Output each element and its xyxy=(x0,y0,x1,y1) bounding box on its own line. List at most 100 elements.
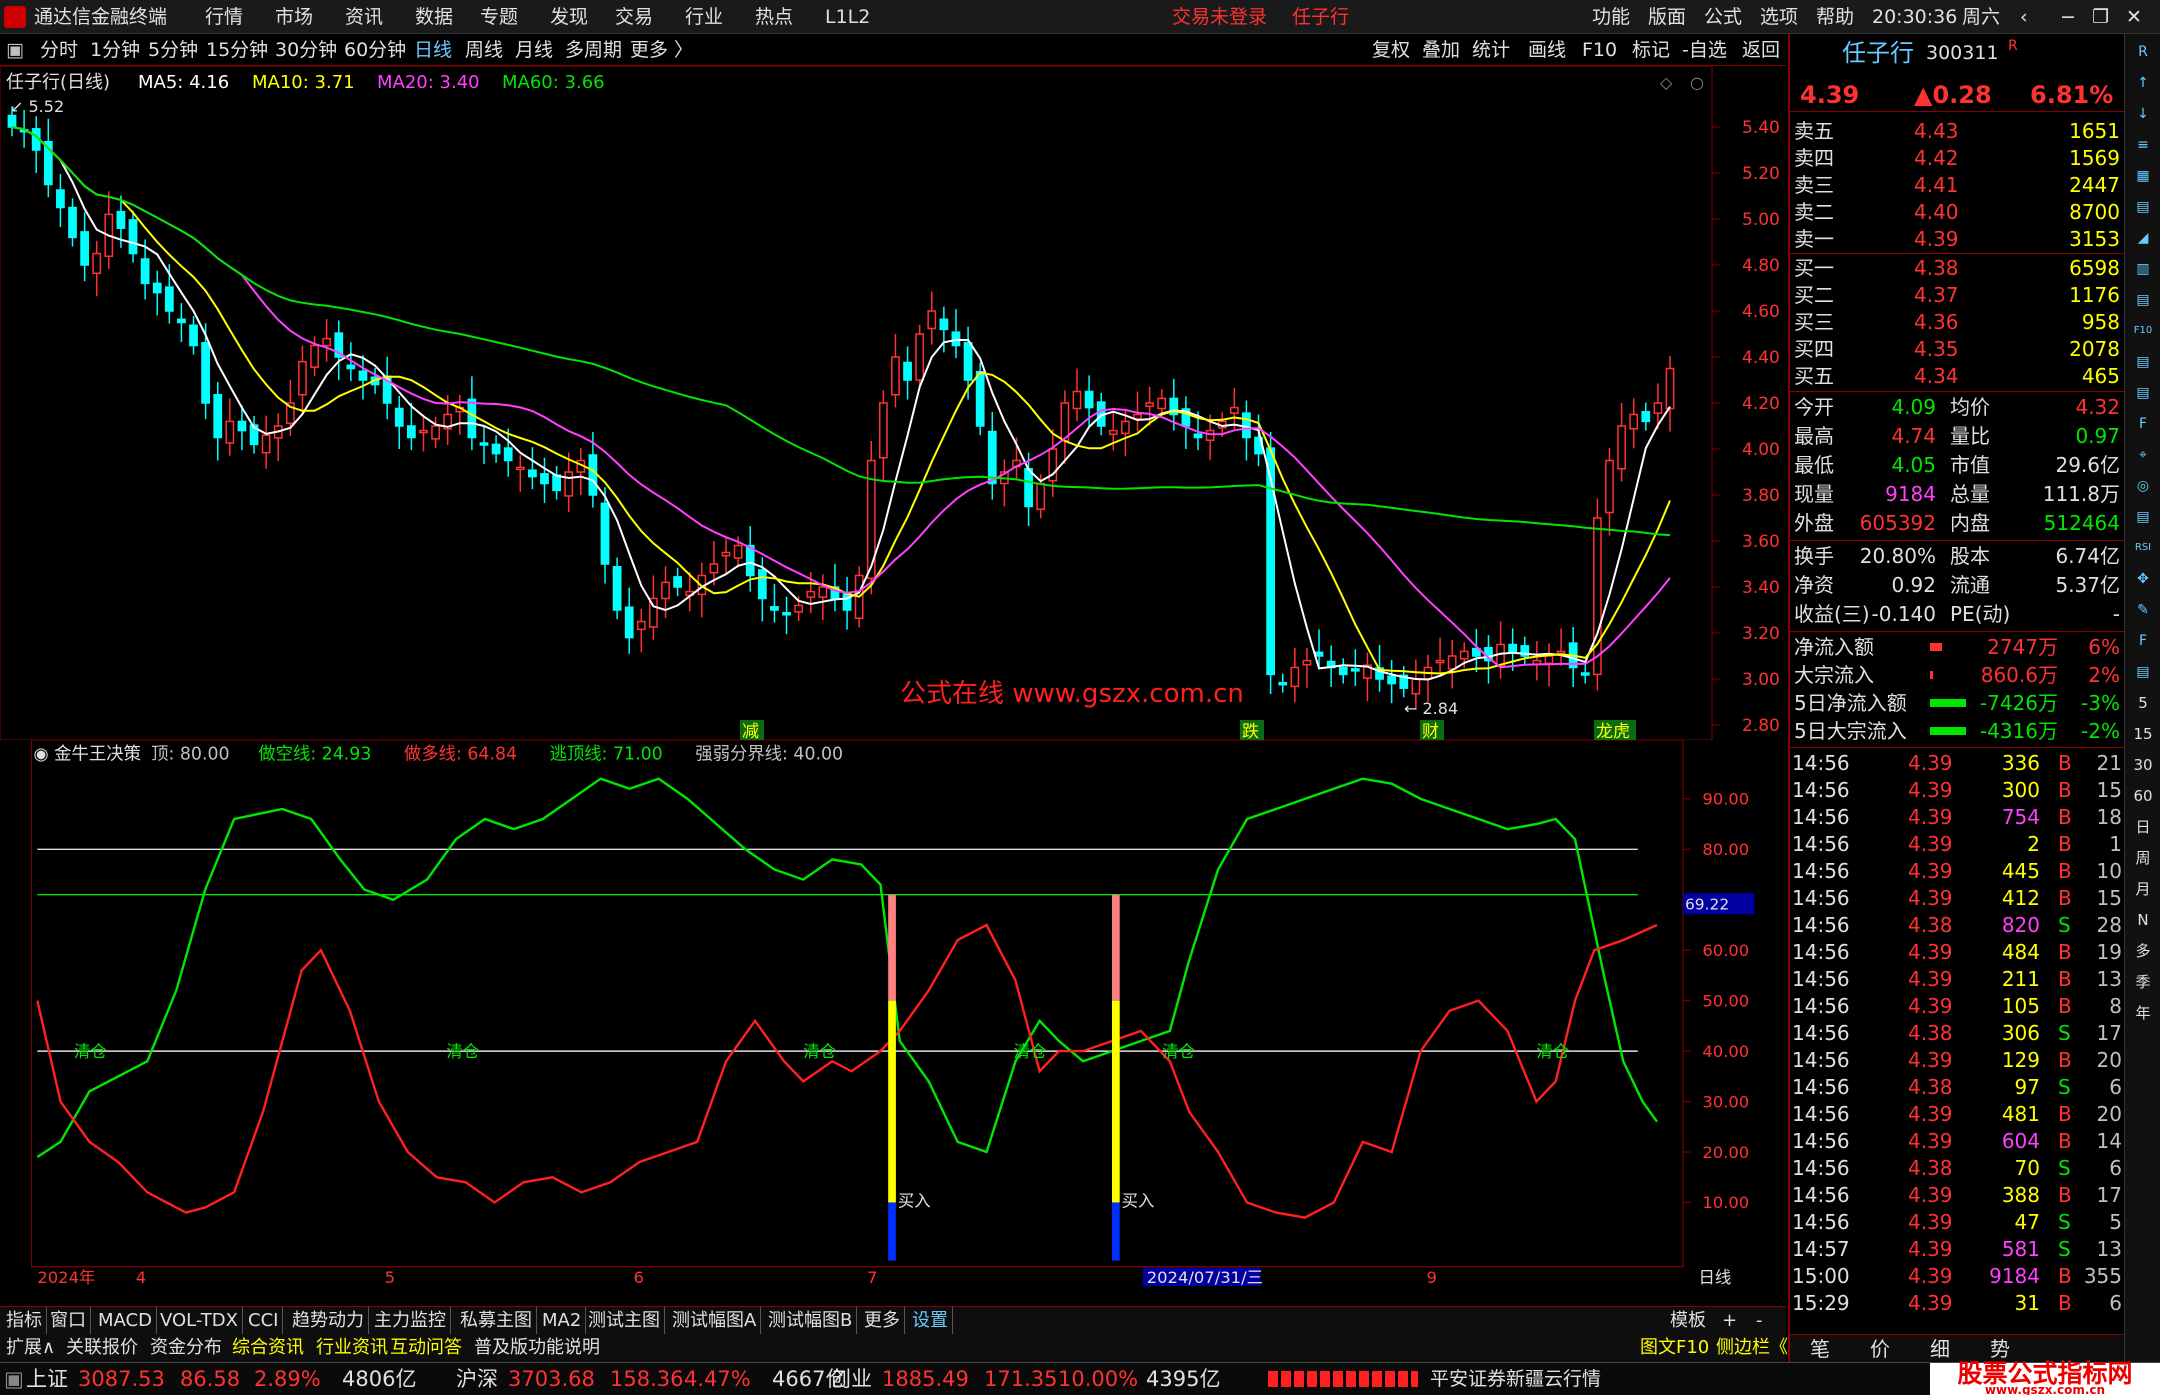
window-back-icon[interactable]: ‹ xyxy=(2020,0,2028,34)
tool-button-4[interactable]: F10 xyxy=(1582,34,1617,66)
tool-button-1[interactable]: 叠加 xyxy=(1422,34,1460,66)
login-status[interactable]: 交易未登录 xyxy=(1172,0,1267,34)
indicator-tab-12[interactable]: 更多 xyxy=(864,1307,905,1335)
side-icon-1[interactable]: ↑ xyxy=(2131,71,2155,95)
tool-button-5[interactable]: 标记 xyxy=(1632,34,1670,66)
side-icon-23[interactable]: 30 xyxy=(2131,753,2155,777)
side-icon-31[interactable]: 年 xyxy=(2131,1001,2155,1025)
period-tab-9[interactable]: 多周期 xyxy=(565,34,622,66)
side-icon-6[interactable]: ◢ xyxy=(2131,226,2155,250)
side-icon-14[interactable]: ◎ xyxy=(2131,474,2155,498)
indicator-chart[interactable]: 90.0080.0070.0060.0050.0040.0030.0020.00… xyxy=(0,740,1786,1286)
info-tab-2[interactable]: 资金分布 xyxy=(150,1334,222,1362)
indicator-tab-3[interactable]: VOL-TDX xyxy=(160,1307,243,1335)
side-icon-2[interactable]: ↓ xyxy=(2131,102,2155,126)
menu-item-8[interactable]: 热点 xyxy=(755,0,793,34)
sidebar-toggle[interactable]: 侧边栏《 xyxy=(1716,1334,1788,1362)
period-tab-7[interactable]: 周线 xyxy=(465,34,503,66)
f10-tab[interactable]: 图文F10 xyxy=(1640,1334,1709,1362)
indicator-tab-2[interactable]: MACD xyxy=(98,1307,157,1335)
side-icon-7[interactable]: ▥ xyxy=(2131,257,2155,281)
close-icon[interactable]: ✕ xyxy=(2126,0,2142,34)
indicator-tab-8[interactable]: MA2 xyxy=(542,1307,587,1335)
template-btn-2[interactable]: - xyxy=(1756,1307,1763,1335)
side-icon-13[interactable]: ⌖ xyxy=(2131,443,2155,467)
period-tab-2[interactable]: 5分钟 xyxy=(148,34,198,66)
side-icon-24[interactable]: 60 xyxy=(2131,784,2155,808)
side-icon-10[interactable]: ▤ xyxy=(2131,350,2155,374)
period-tab-4[interactable]: 30分钟 xyxy=(275,34,337,66)
indicator-tab-1[interactable]: 窗口 xyxy=(50,1307,91,1335)
tool-button-0[interactable]: 复权 xyxy=(1372,34,1410,66)
detail-tab-0[interactable]: 笔 xyxy=(1810,1335,1830,1364)
menu-item-7[interactable]: 行业 xyxy=(685,0,723,34)
period-tab-1[interactable]: 1分钟 xyxy=(90,34,140,66)
info-tab-3[interactable]: 综合资讯 xyxy=(232,1334,304,1362)
period-tab-10[interactable]: 更多 〉 xyxy=(630,34,693,66)
side-icon-22[interactable]: 15 xyxy=(2131,722,2155,746)
tool-button-2[interactable]: 统计 xyxy=(1472,34,1510,66)
indicator-tab-9[interactable]: 测试主图 xyxy=(588,1307,665,1335)
side-icon-29[interactable]: 多 xyxy=(2131,939,2155,963)
candlestick-chart[interactable]: 5.40 5.20 5.00 4.80 4.60 4.40 4.20 4.00 3.80 3.60… xyxy=(0,66,1786,740)
indicator-tab-0[interactable]: 指标 xyxy=(6,1307,47,1335)
menu-item-0[interactable]: 行情 xyxy=(205,0,243,34)
info-tab-1[interactable]: 关联报价 xyxy=(66,1334,138,1362)
menu-item-9[interactable]: L1L2 xyxy=(825,0,870,34)
menu-item-1[interactable]: 市场 xyxy=(275,0,313,34)
menu-item-2[interactable]: 资讯 xyxy=(345,0,383,34)
side-icon-16[interactable]: RSI xyxy=(2131,536,2155,560)
menu-right-1[interactable]: 版面 xyxy=(1648,0,1686,34)
period-tab-3[interactable]: 15分钟 xyxy=(206,34,268,66)
detail-tab-1[interactable]: 价 xyxy=(1870,1335,1890,1364)
indicator-tab-13[interactable]: 设置 xyxy=(912,1307,953,1335)
tool-button-7[interactable]: 返回 xyxy=(1742,34,1780,66)
side-icon-8[interactable]: ▤ xyxy=(2131,288,2155,312)
side-icon-5[interactable]: ▤ xyxy=(2131,195,2155,219)
menu-right-4[interactable]: 帮助 xyxy=(1816,0,1854,34)
menu-item-5[interactable]: 发现 xyxy=(550,0,588,34)
menu-right-3[interactable]: 选项 xyxy=(1760,0,1798,34)
indicator-tab-5[interactable]: 趋势动力 xyxy=(292,1307,369,1335)
tool-button-3[interactable]: 画线 xyxy=(1528,34,1566,66)
side-icon-3[interactable]: ≡ xyxy=(2131,133,2155,157)
indicator-tab-11[interactable]: 测试幅图B xyxy=(768,1307,858,1335)
menu-item-6[interactable]: 交易 xyxy=(615,0,653,34)
side-icon-28[interactable]: N xyxy=(2131,908,2155,932)
side-icon-9[interactable]: F10 xyxy=(2131,319,2155,343)
side-icon-20[interactable]: ▤ xyxy=(2131,660,2155,684)
panel-toggle-icon[interactable]: ▣ xyxy=(6,34,24,66)
side-icon-4[interactable]: ▦ xyxy=(2131,164,2155,188)
side-icon-26[interactable]: 周 xyxy=(2131,846,2155,870)
info-tab-4[interactable]: 行业资讯 xyxy=(316,1334,388,1362)
template-btn-1[interactable]: + xyxy=(1722,1307,1737,1335)
side-icon-11[interactable]: ▤ xyxy=(2131,381,2155,405)
side-icon-18[interactable]: ✎ xyxy=(2131,598,2155,622)
period-tab-6[interactable]: 日线 xyxy=(414,34,452,66)
tool-button-6[interactable]: -自选 xyxy=(1682,34,1727,66)
side-icon-12[interactable]: F xyxy=(2131,412,2155,436)
info-tab-0[interactable]: 扩展∧ xyxy=(6,1334,55,1362)
indicator-tab-6[interactable]: 主力监控 xyxy=(374,1307,451,1335)
side-icon-15[interactable]: ▤ xyxy=(2131,505,2155,529)
menu-item-3[interactable]: 数据 xyxy=(415,0,453,34)
side-icon-19[interactable]: F xyxy=(2131,629,2155,653)
minimize-icon[interactable]: − xyxy=(2060,0,2076,34)
side-icon-0[interactable]: R xyxy=(2131,40,2155,64)
period-tab-8[interactable]: 月线 xyxy=(515,34,553,66)
maximize-icon[interactable]: ❐ xyxy=(2092,0,2109,34)
side-icon-30[interactable]: 季 xyxy=(2131,970,2155,994)
status-toggle-icon[interactable]: ▣ xyxy=(4,1363,24,1395)
side-icon-27[interactable]: 月 xyxy=(2131,877,2155,901)
detail-tab-2[interactable]: 细 xyxy=(1930,1335,1950,1364)
template-btn-0[interactable]: 模板 xyxy=(1670,1307,1706,1335)
indicator-tab-10[interactable]: 测试幅图A xyxy=(672,1307,762,1335)
side-icon-21[interactable]: 5 xyxy=(2131,691,2155,715)
period-tab-0[interactable]: 分时 xyxy=(40,34,78,66)
menu-right-2[interactable]: 公式 xyxy=(1704,0,1742,34)
info-tab-5[interactable]: 互动问答 xyxy=(390,1334,462,1362)
side-icon-25[interactable]: 日 xyxy=(2131,815,2155,839)
info-tab-6[interactable]: 普及版功能说明 xyxy=(474,1334,600,1362)
side-icon-17[interactable]: ✥ xyxy=(2131,567,2155,591)
indicator-tab-4[interactable]: CCI xyxy=(248,1307,284,1335)
